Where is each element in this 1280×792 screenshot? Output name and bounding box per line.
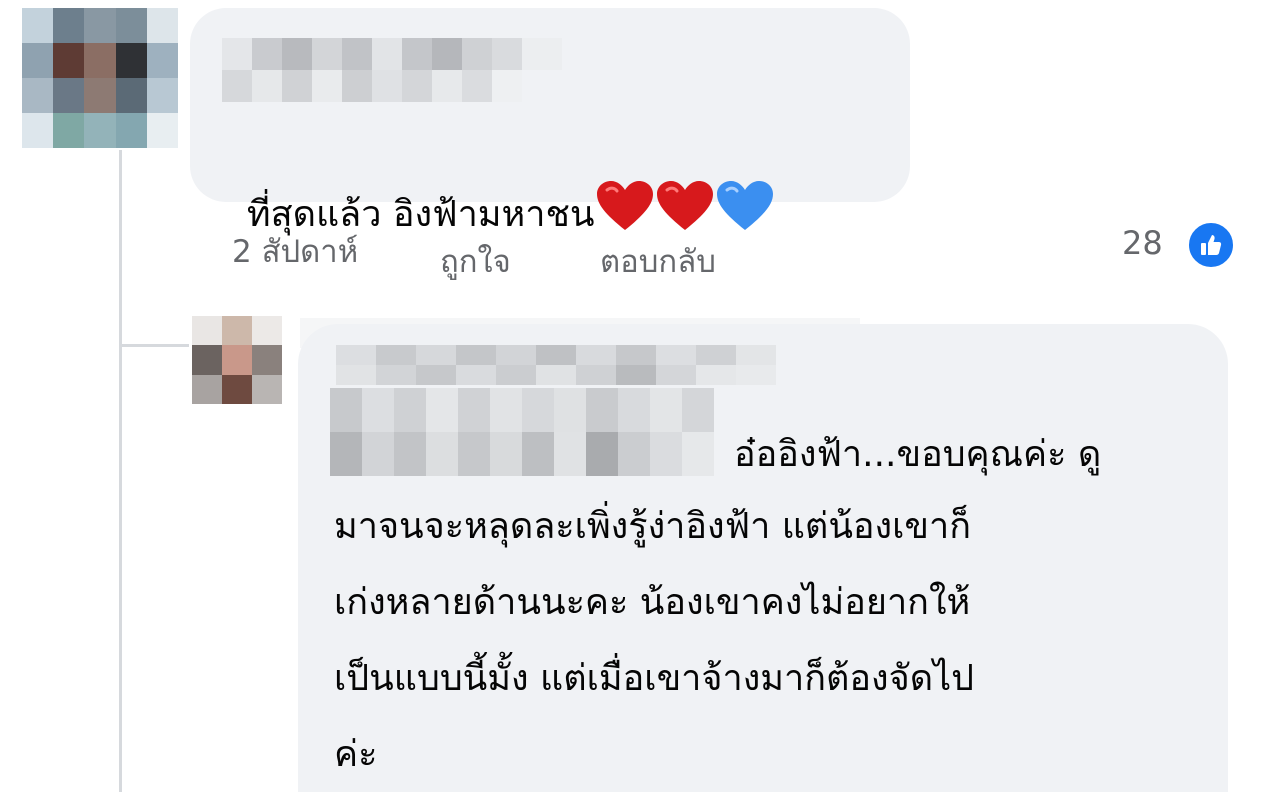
author-name-blurred[interactable]: [222, 38, 562, 102]
thread-line: [119, 150, 122, 792]
reply-line-4: เป็นแบบนี้มั้ง แต่เมื่อเขาจ้างมาก็ต้องจั…: [334, 658, 975, 699]
reply-line-5: ค่ะ: [334, 734, 378, 775]
avatar[interactable]: [22, 8, 178, 148]
reply-line-1: อ๋ออิงฟ้า...ขอบคุณค่ะ ดู: [734, 434, 1102, 475]
avatar[interactable]: [192, 316, 282, 404]
thumbs-up-icon[interactable]: [1186, 220, 1236, 270]
like-link[interactable]: ถูกใจ: [440, 236, 511, 286]
mention-blurred[interactable]: [330, 388, 714, 476]
reply-line-3: เก่งหลายด้านนะคะ น้องเขาคงไม่อยากให้: [334, 582, 971, 623]
reply-link[interactable]: ตอบกลับ: [600, 236, 716, 286]
reply-connector: [119, 344, 189, 347]
reaction-count[interactable]: 28: [1122, 224, 1163, 262]
author-name-blurred[interactable]: [336, 345, 776, 385]
blue-heart-icon: [715, 180, 775, 252]
reply-line-2: มาจนจะหลุดละเพิ่งรู้ง่าอิงฟ้า แต่น้องเขา…: [334, 506, 972, 547]
comment-timestamp[interactable]: 2 สัปดาห์: [232, 226, 358, 276]
